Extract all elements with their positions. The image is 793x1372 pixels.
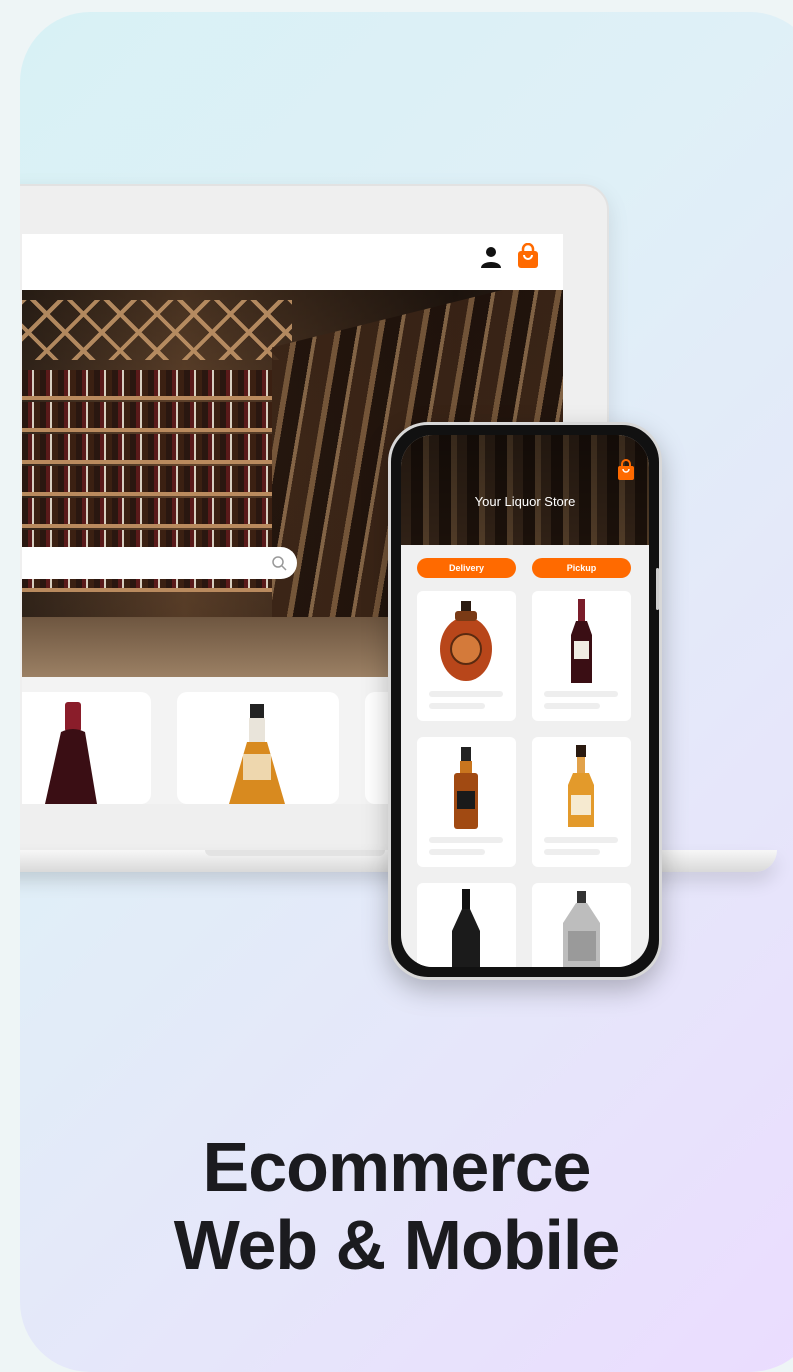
product-tile[interactable] (532, 883, 631, 967)
shelf-row (22, 466, 272, 496)
whisky-bottle-image (229, 704, 285, 804)
product-card[interactable] (177, 692, 339, 804)
product-tile[interactable] (532, 737, 631, 867)
desktop-header (22, 234, 563, 290)
laptop-notch (205, 850, 385, 856)
cognac-bottle-image (440, 601, 492, 681)
tab-pickup[interactable]: Pickup (532, 558, 631, 578)
skeleton-line (429, 691, 503, 697)
caption-line-1: Ecommerce (202, 1128, 592, 1206)
whisky-bottle-image (568, 745, 594, 827)
skeleton-line (544, 691, 618, 697)
app-header: Your Liquor Store (401, 435, 649, 545)
product-card[interactable] (22, 692, 151, 804)
shelf-row (22, 434, 272, 464)
product-tile[interactable] (417, 591, 516, 721)
user-icon[interactable] (479, 245, 503, 269)
shopping-bag-icon[interactable] (617, 459, 635, 481)
mobile-screen: Your Liquor Store Delivery Pickup (401, 435, 649, 967)
wine-rack-lattice (22, 300, 292, 360)
caption-line-2: Web & Mobile (173, 1206, 621, 1284)
skeleton-line (429, 837, 503, 843)
skeleton-line (544, 703, 600, 709)
wine-bottle-image (571, 599, 592, 683)
product-tile[interactable] (417, 737, 516, 867)
shopping-bag-icon[interactable] (516, 243, 540, 269)
skeleton-line (544, 849, 600, 855)
skeleton-line (429, 703, 485, 709)
caption: Ecommerce Web & Mobile (0, 1128, 793, 1284)
shelf-row (22, 402, 272, 432)
tab-delivery[interactable]: Delivery (417, 558, 516, 578)
skeleton-line (544, 837, 618, 843)
wine-bottle-image (45, 702, 97, 804)
phone-side-button (656, 568, 659, 610)
shelf-row (22, 370, 272, 400)
phone-frame: Your Liquor Store Delivery Pickup (388, 422, 662, 980)
clear-spirit-bottle-image (563, 891, 600, 967)
app-title: Your Liquor Store (474, 494, 576, 509)
product-tile[interactable] (417, 883, 516, 967)
shelf-row (22, 498, 272, 528)
search-input[interactable] (22, 547, 297, 579)
bourbon-bottle-image (454, 747, 478, 829)
search-icon[interactable] (271, 555, 287, 571)
champagne-bottle-image (452, 889, 480, 967)
skeleton-line (429, 849, 485, 855)
product-tile[interactable] (532, 591, 631, 721)
